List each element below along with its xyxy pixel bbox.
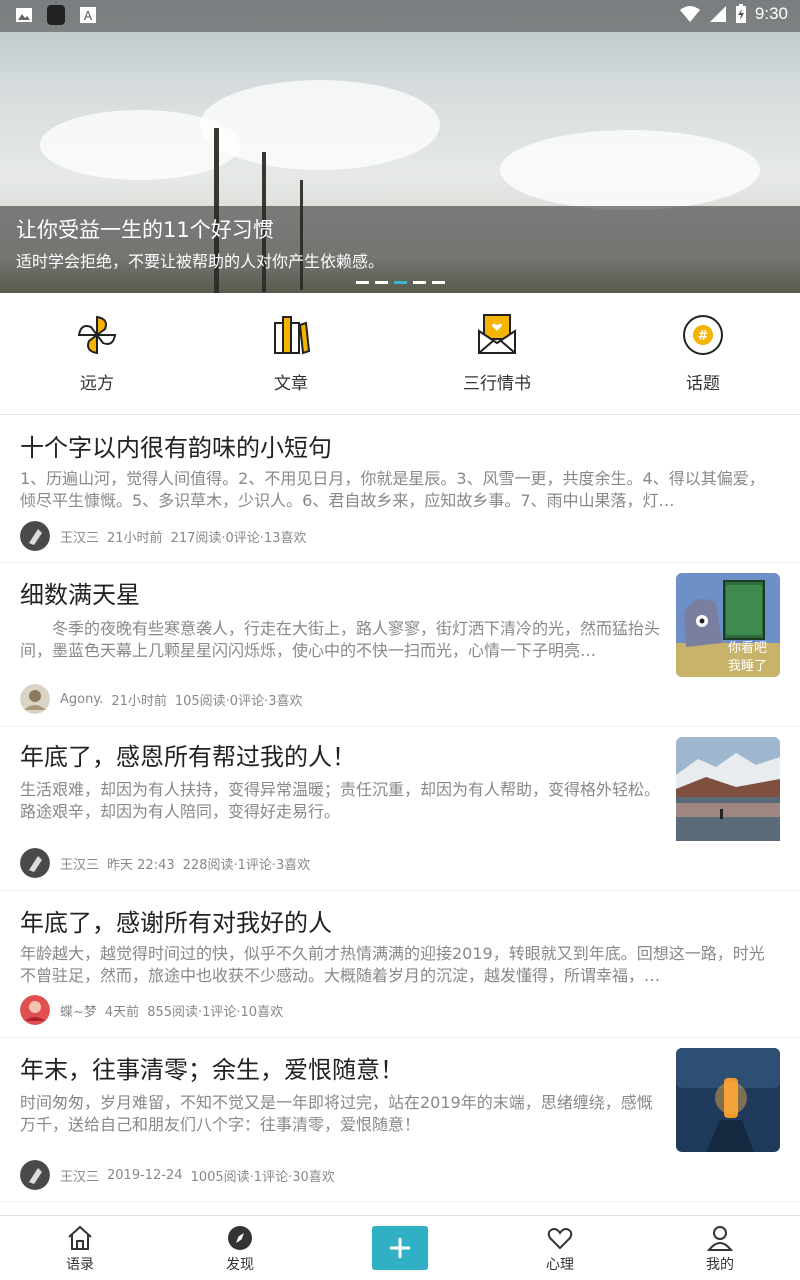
post-stats: 1005阅读·1评论·30喜欢 [190,1169,335,1185]
category-huati[interactable]: # 话题 [643,313,763,394]
carousel-dot [356,281,369,284]
author-avatar[interactable] [20,995,50,1025]
bottom-tab-bar: 语录 发现 心理 我的 [0,1215,800,1280]
article-title: 十个字以内很有韵味的小短句 [20,434,332,462]
article-meta: 王汉三 21小时前 217阅读·0评论·13喜欢 [20,521,314,551]
thumbnail-caption-line1: 你看吧 [728,640,767,656]
author-avatar[interactable] [20,848,50,878]
battery-charging-icon [735,4,746,23]
category-label: 文章 [274,374,308,394]
category-label: 话题 [686,374,720,394]
tab-yulu[interactable]: 语录 [40,1224,120,1274]
svg-text:A: A [84,9,93,23]
category-sanxing-qingshu[interactable]: 三行情书 [437,313,557,394]
heart-icon [547,1228,573,1250]
article-title: 年底了，感谢所有对我好的人 [20,909,332,937]
article-title: 年末，往事清零；余生，爱恨随意！ [20,1056,404,1084]
status-bar: A 9:30 [0,0,800,32]
banner-cloud [500,130,760,210]
article-meta: 王汉三 2019-12-24 1005阅读·1评论·30喜欢 [20,1160,343,1190]
gallery-notification-icon [16,8,32,22]
carousel-dot [375,281,388,284]
article-excerpt: 1、历遍山河，觉得人间值得。2、不用见日月，你就是星辰。3、风雪一更，共度余生。… [20,469,765,510]
wifi-icon [679,6,700,22]
post-time: 21小时前 [111,693,167,709]
tab-label: 心理 [546,1257,574,1273]
category-label: 三行情书 [463,374,531,394]
author-avatar[interactable] [20,684,50,714]
article-meta: 王汉三 昨天 22:43 228阅读·1评论·3喜欢 [20,848,318,878]
post-time: 2019-12-24 [107,1167,183,1183]
carousel-dot [413,281,426,284]
author-name[interactable]: Agony. [60,692,103,707]
pinwheel-icon [77,315,117,355]
banner-subtitle: 适时学会拒绝，不要让被帮助的人对你产生依赖感。 [16,252,385,271]
post-time: 昨天 22:43 [107,857,175,873]
article-meta: 蝶~梦 4天前 855阅读·1评论·10喜欢 [20,995,291,1025]
tab-label: 发现 [226,1257,254,1273]
article-thumbnail[interactable] [676,1048,780,1152]
article-excerpt: 时间匆匆，岁月难留，不知不觉又是一年即将过完，站在2019年的末端，思绪缠绕，感… [20,1093,653,1134]
carousel-indicator [356,281,445,284]
post-stats: 228阅读·1评论·3喜欢 [182,857,311,873]
category-wenzhang[interactable]: 文章 [231,313,351,394]
signal-icon [709,6,726,22]
thumbnail-caption-line2: 我睡了 [728,659,767,674]
category-yuanfang[interactable]: 远方 [37,313,157,394]
tab-label: 我的 [706,1257,734,1273]
love-letter-icon [478,314,516,354]
svg-text:#: # [698,329,709,344]
article-excerpt: 冬季的夜晚有些寒意袭人，行走在大街上，路人寥寥，街灯洒下清冷的光，然而猛抬头间，… [20,619,661,660]
author-name[interactable]: 蝶~梦 [60,1001,97,1020]
carousel-dot [432,281,445,284]
post-time: 4天前 [104,1004,140,1020]
post-stats: 105阅读·0评论·3喜欢 [174,693,303,709]
font-notification-icon: A [80,7,96,23]
article-meta: Agony. 21小时前 105阅读·0评论·3喜欢 [20,684,310,714]
author-avatar[interactable] [20,521,50,551]
plus-icon [390,1238,410,1258]
tab-label: 语录 [66,1257,94,1273]
banner-cloud [200,80,440,170]
category-row: 远方 文章 三行情书 # 话题 [0,293,800,415]
banner-title: 让你受益一生的11个好习惯 [16,218,274,242]
author-name[interactable]: 王汉三 [60,1166,99,1185]
home-icon [68,1225,92,1250]
carousel-dot-active [394,281,407,284]
tab-faxian[interactable]: 发现 [200,1224,280,1274]
post-time: 21小时前 [107,530,163,546]
add-post-button[interactable] [372,1226,428,1270]
article-title: 年底了，感恩所有帮过我的人！ [20,743,356,771]
article-item[interactable]: 十个字以内很有韵味的小短句 1、历遍山河，觉得人间值得。2、不用见日月，你就是星… [0,416,800,563]
author-name[interactable]: 王汉三 [60,854,99,873]
person-icon [706,1226,734,1251]
article-thumbnail[interactable]: 你看吧 我睡了 [676,573,780,677]
status-time: 9:30 [754,4,788,23]
topic-hash-icon: # [683,315,723,355]
author-avatar[interactable] [20,1160,50,1190]
books-icon [274,316,311,355]
compass-icon [228,1226,252,1250]
post-stats: 217阅读·0评论·13喜欢 [170,530,307,546]
article-title: 细数满天星 [20,581,140,609]
author-name[interactable]: 王汉三 [60,527,99,546]
article-excerpt: 年龄越大，越觉得时间过的快，似乎不久前才热情满满的迎接2019，转眼就又到年底。… [20,944,765,985]
app-notification-icon [47,5,65,25]
article-thumbnail[interactable] [676,737,780,841]
banner-carousel[interactable]: 让你受益一生的11个好习惯 适时学会拒绝，不要让被帮助的人对你产生依赖感。 [0,0,800,293]
post-stats: 855阅读·1评论·10喜欢 [147,1004,284,1020]
article-item[interactable]: 年底了，感谢所有对我好的人 年龄越大，越觉得时间过的快，似乎不久前才热情满满的迎… [0,891,800,1038]
tab-wode[interactable]: 我的 [680,1224,760,1274]
tab-xinli[interactable]: 心理 [520,1224,600,1274]
category-label: 远方 [80,374,114,394]
article-excerpt: 生活艰难，却因为有人扶持，变得异常温暖；责任沉重，却因为有人帮助，变得格外轻松。… [20,780,661,821]
